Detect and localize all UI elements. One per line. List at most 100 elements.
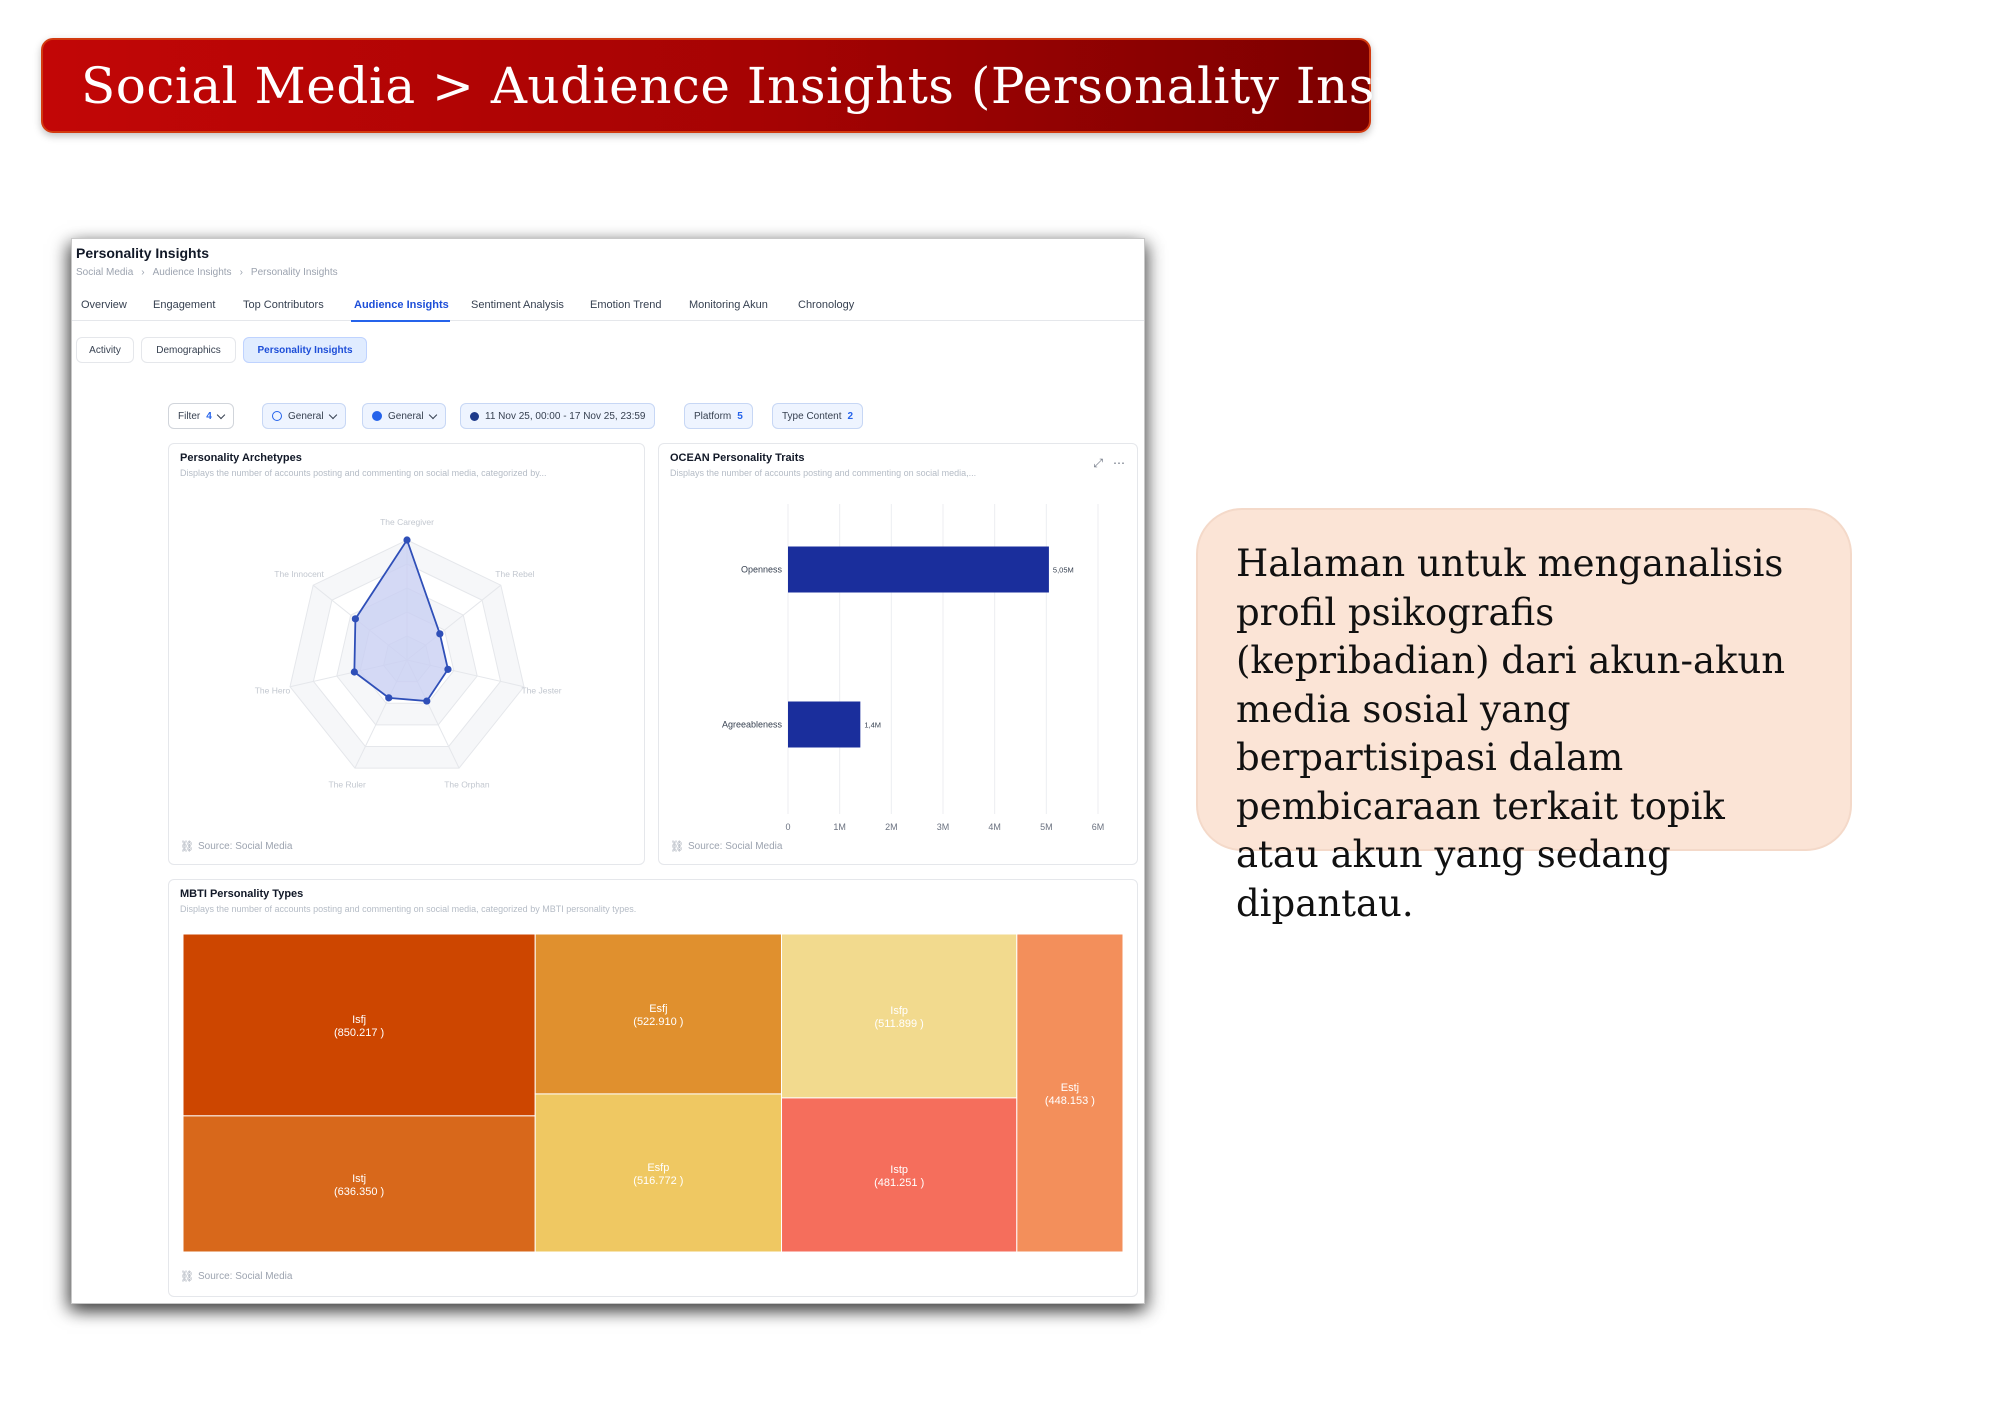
- bar: [788, 546, 1049, 593]
- chevron-right-icon: ›: [141, 267, 145, 278]
- bar-value-label: 1,4M: [864, 721, 881, 730]
- type-content-filter[interactable]: Type Content 2: [772, 403, 864, 429]
- radar-point: [436, 630, 444, 638]
- tab-sentiment-analysis[interactable]: Sentiment Analysis: [471, 299, 564, 311]
- treemap-cell-label: Istp: [890, 1164, 908, 1176]
- tab-audience-insights[interactable]: Audience Insights: [354, 299, 449, 311]
- chevron-right-icon: ›: [239, 267, 243, 278]
- filter-count: 4: [206, 410, 212, 422]
- ocean-bar-chart: 0 1M 2M 3M 4M 5M 6M Openness 5,05M Agreeableness 1…: [722, 504, 1105, 832]
- tab-engagement[interactable]: Engagement: [153, 299, 215, 311]
- tab-top-contributors[interactable]: Top Contributors: [243, 299, 324, 311]
- treemap-cell-label: Esfp: [647, 1162, 669, 1174]
- breadcrumb-item-personality-insights: Personality Insights: [250, 267, 338, 278]
- general-select-1[interactable]: General: [262, 403, 346, 429]
- radar-point: [444, 665, 452, 673]
- platform-count: 5: [737, 410, 743, 422]
- general-select-1-label: General: [288, 410, 324, 422]
- link-icon: ⛓: [180, 841, 194, 853]
- main-tabs: Overview Engagement Top Contributors Aud…: [72, 293, 1144, 321]
- mbti-types-card: MBTI Personality Types Displays the numb…: [168, 879, 1138, 1297]
- x-tick-label: 1M: [833, 822, 846, 832]
- general-select-2-label: General: [388, 410, 424, 422]
- chevron-down-icon: [328, 410, 337, 419]
- treemap-cell-label: Esfj: [649, 1003, 667, 1015]
- breadcrumb-item-social-media[interactable]: Social Media: [76, 267, 133, 278]
- treemap-cell-value: (636.350 ): [334, 1186, 384, 1198]
- description-text: Halaman untuk menganalisis profil psikog…: [1236, 542, 1786, 925]
- category-label: Agreeableness: [722, 720, 783, 730]
- platform-label: Platform: [694, 410, 732, 422]
- treemap-cell-value: (522.910 ): [633, 1016, 683, 1028]
- source-label: Source: Social Media: [197, 1271, 293, 1282]
- app-screenshot: Personality Insights Social Media › Audi…: [71, 238, 1145, 1304]
- card-source: ⛓ Source: Social Media: [670, 840, 782, 853]
- clock-icon: [272, 411, 282, 421]
- bar-value-label: 5,05M: [1053, 566, 1074, 575]
- active-tab-indicator: [351, 320, 450, 322]
- radar-axis-label: The Jester: [521, 686, 561, 696]
- date-range-picker[interactable]: 11 Nov 25, 00:00 - 17 Nov 25, 23:59: [460, 403, 656, 429]
- bar: [788, 701, 861, 748]
- chevron-down-icon: [428, 410, 437, 419]
- x-tick-label: 0: [785, 822, 790, 832]
- x-tick-label: 6M: [1092, 822, 1105, 832]
- type-content-count: 2: [847, 410, 854, 422]
- mbti-treemap: Isfj(850.217 ) Istj(636.350 ) Esfj(522.910…: [182, 933, 1124, 1253]
- source-label: Source: Social Media: [687, 841, 783, 852]
- radar-axis-label: The Innocent: [274, 569, 324, 579]
- treemap-cell-value: (850.217 ): [334, 1027, 384, 1039]
- radar-point: [385, 694, 393, 702]
- card-source: ⛓ Source: Social Media: [180, 1270, 292, 1283]
- subtab-demographics[interactable]: Demographics: [141, 337, 236, 363]
- radar-point: [350, 668, 358, 676]
- radar-point: [351, 615, 359, 623]
- radar-point: [403, 536, 411, 544]
- category-label: Openness: [741, 565, 783, 575]
- radar-axis-label: The Rebel: [495, 569, 534, 579]
- slide-title: Social Media > Audience Insights (Person…: [81, 56, 1524, 115]
- filter-dropdown[interactable]: Filter 4: [168, 403, 234, 429]
- treemap-cell-label: Isfp: [890, 1005, 908, 1017]
- platform-filter[interactable]: Platform 5: [684, 403, 753, 429]
- tab-emotion-trend[interactable]: Emotion Trend: [590, 299, 662, 311]
- treemap-cell-value: (516.772 ): [633, 1175, 683, 1187]
- treemap-cell-label: Isfj: [352, 1014, 366, 1026]
- link-icon: ⛓: [180, 1271, 194, 1283]
- description-callout: Halaman untuk menganalisis profil psikog…: [1196, 508, 1852, 925]
- treemap-cell-value: (448.153 ): [1045, 1095, 1095, 1107]
- calendar-icon: [470, 411, 479, 421]
- treemap-cell-value: (481.251 ): [874, 1177, 924, 1189]
- chevron-down-icon: [216, 410, 226, 419]
- radar-axis-label: The Ruler: [328, 779, 365, 789]
- radar-chart: The Caregiver The Rebel The Jester The Orph…: [255, 517, 562, 789]
- date-range-value: 11 Nov 25, 00:00 - 17 Nov 25, 23:59: [485, 410, 646, 422]
- x-tick-label: 2M: [885, 822, 898, 832]
- x-tick-label: 5M: [1040, 822, 1053, 832]
- radar-axis-label: The Caregiver: [380, 517, 434, 527]
- breadcrumb: Social Media › Audience Insights › Perso…: [76, 267, 338, 278]
- treemap-cell-value: (511.899 ): [875, 1018, 924, 1030]
- type-content-label: Type Content: [782, 410, 842, 422]
- tab-chronology[interactable]: Chronology: [798, 299, 854, 311]
- treemap-cell-label: Estj: [1061, 1082, 1079, 1094]
- treemap-cell-label: Istj: [352, 1173, 366, 1185]
- personality-archetypes-card: Personality Archetypes Displays the numb…: [168, 443, 645, 865]
- breadcrumb-item-audience-insights[interactable]: Audience Insights: [153, 267, 232, 278]
- card-source: ⛓ Source: Social Media: [180, 840, 292, 853]
- subtab-personality-insights[interactable]: Personality Insights: [243, 337, 367, 363]
- radar-axis-label: The Orphan: [444, 779, 490, 789]
- x-tick-label: 3M: [937, 822, 950, 832]
- subtab-activity[interactable]: Activity: [76, 337, 134, 363]
- slide-title-banner: Social Media > Audience Insights (Person…: [41, 38, 1523, 133]
- radar-axis-label: The Hero: [255, 686, 291, 696]
- ocean-traits-card: OCEAN Personality Traits Displays the nu…: [658, 443, 1138, 865]
- tab-overview[interactable]: Overview: [81, 299, 127, 311]
- page-title: Personality Insights: [76, 245, 210, 261]
- radar-point: [423, 697, 431, 705]
- source-label: Source: Social Media: [197, 841, 293, 852]
- globe-icon: [372, 411, 382, 421]
- link-icon: ⛓: [670, 841, 684, 853]
- general-select-2[interactable]: General: [362, 403, 446, 429]
- tab-monitoring-akun[interactable]: Monitoring Akun: [689, 299, 768, 311]
